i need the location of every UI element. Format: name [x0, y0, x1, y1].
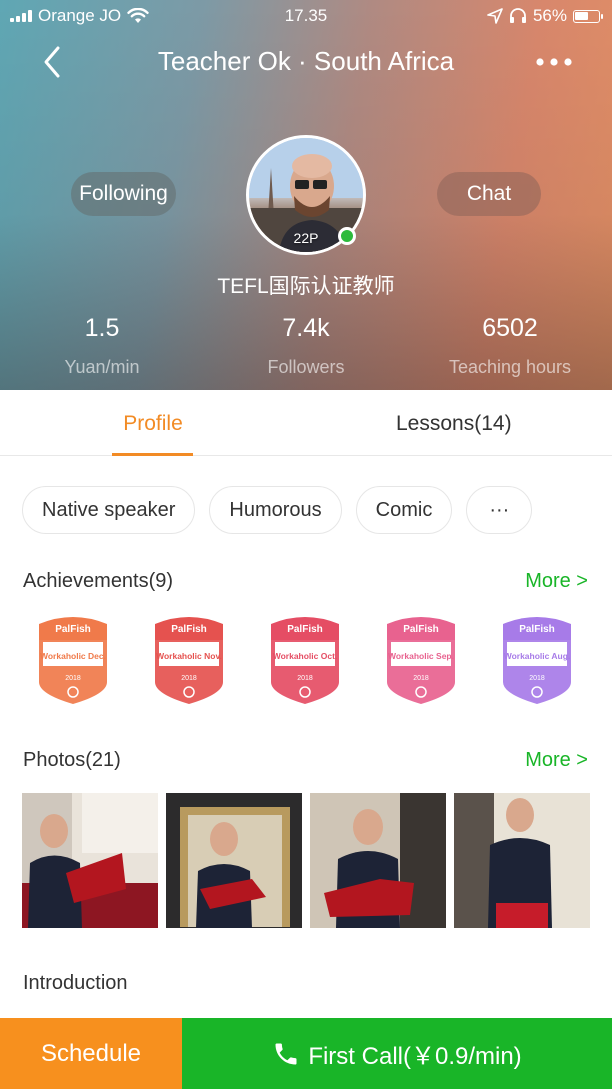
- introduction-title: Introduction: [23, 972, 128, 994]
- certification-label: TEFL国际认证教师: [217, 275, 395, 298]
- active-tab-indicator: [112, 453, 193, 456]
- badge-title: Workaholic Sep.: [388, 651, 454, 661]
- stat-value: 6502: [482, 314, 538, 342]
- stat-followers[interactable]: 7.4k Followers: [206, 314, 406, 378]
- badge-year: 2018: [413, 675, 429, 682]
- first-call-label: First Call(￥0.9/min): [308, 1043, 522, 1070]
- first-call-button[interactable]: First Call(￥0.9/min): [182, 1018, 612, 1089]
- badge-brand: PalFish: [287, 624, 323, 635]
- photos-more-link[interactable]: More >: [525, 749, 588, 772]
- teacher-profile-page: Orange JO 17.35 56% Teacher Ok · South A…: [0, 0, 612, 1089]
- profile-header: Orange JO 17.35 56% Teacher Ok · South A…: [0, 0, 612, 390]
- tag-chip[interactable]: Comic: [355, 486, 453, 534]
- schedule-button[interactable]: Schedule: [0, 1018, 182, 1089]
- status-right: 56%: [487, 6, 603, 26]
- stat-value: 7.4k: [282, 314, 330, 342]
- tab-lessons[interactable]: Lessons(14): [396, 412, 512, 436]
- badge-shield-icon: PalFish Workaholic Oct. 2018: [271, 617, 339, 704]
- tag-chip[interactable]: Humorous: [209, 486, 342, 534]
- badge-title: Workaholic Aug.: [504, 651, 571, 661]
- status-bar: Orange JO 17.35 56%: [0, 0, 612, 32]
- chevron-left-icon: [44, 46, 60, 78]
- online-status-indicator: [338, 227, 356, 245]
- badge-year: 2018: [65, 675, 81, 682]
- badge-title: Workaholic Oct.: [273, 651, 338, 661]
- achievement-badge[interactable]: PalFish Workaholic Nov. 2018: [151, 612, 227, 708]
- badge-year: 2018: [181, 675, 197, 682]
- phone-icon: [275, 1043, 297, 1064]
- badge-title: Workaholic Nov.: [156, 651, 222, 661]
- photo-gallery: [22, 793, 590, 928]
- photos-title: Photos(21): [23, 749, 121, 771]
- stat-label: Teaching hours: [448, 357, 572, 377]
- achievement-badge[interactable]: PalFish Workaholic Sep. 2018: [383, 612, 459, 708]
- achievements-more-link[interactable]: More >: [525, 570, 588, 593]
- stat-label: Yuan/min: [64, 357, 140, 377]
- badge-year: 2018: [297, 675, 313, 682]
- following-button[interactable]: Following: [71, 172, 176, 216]
- tag-list: Native speaker Humorous Comic ···: [22, 486, 533, 534]
- badge-brand: PalFish: [171, 624, 207, 635]
- bottom-action-bar: Schedule First Call(￥0.9/min): [0, 1018, 612, 1089]
- location-icon: [487, 8, 503, 24]
- stat-teaching-hours: 6502 Teaching hours: [410, 314, 610, 378]
- tag-chip[interactable]: Native speaker: [22, 486, 196, 534]
- headphones-icon: [509, 8, 526, 23]
- badge-brand: PalFish: [55, 624, 91, 635]
- more-dots-icon: [536, 58, 572, 66]
- more-tags-button[interactable]: ···: [466, 486, 533, 534]
- achievements-title: Achievements(9): [23, 570, 174, 592]
- photo-thumbnail[interactable]: [22, 793, 158, 928]
- photo-thumbnail[interactable]: [166, 793, 302, 928]
- badge-shield-icon: PalFish Workaholic Dec. 2018: [39, 617, 107, 704]
- photo-thumbnail[interactable]: [310, 793, 446, 928]
- back-button[interactable]: [36, 44, 68, 80]
- badge-shield-icon: PalFish Workaholic Sep. 2018: [387, 617, 455, 704]
- stat-value: 1.5: [84, 314, 120, 342]
- stat-label: Followers: [267, 357, 345, 377]
- photo-thumbnail[interactable]: [454, 793, 590, 928]
- more-options-button[interactable]: [534, 46, 574, 76]
- achievement-badge[interactable]: PalFish Workaholic Aug. 2018: [499, 612, 575, 708]
- stat-rate: 1.5 Yuan/min: [2, 314, 202, 378]
- badge-shield-icon: PalFish Workaholic Aug. 2018: [503, 617, 571, 704]
- badge-title: Workaholic Dec.: [40, 651, 106, 661]
- achievement-badges: PalFish Workaholic Dec. 2018 PalFish Wor…: [35, 612, 580, 710]
- badge-year: 2018: [529, 675, 545, 682]
- tab-profile[interactable]: Profile: [112, 412, 194, 436]
- badge-shield-icon: PalFish Workaholic Nov. 2018: [155, 617, 223, 704]
- tab-bar: Profile Lessons(14): [0, 390, 612, 456]
- battery-icon: [573, 9, 603, 23]
- battery-percentage: 56%: [532, 6, 567, 25]
- badge-brand: PalFish: [403, 624, 439, 635]
- page-title: Teacher Ok · South Africa: [157, 46, 455, 76]
- achievement-badge[interactable]: PalFish Workaholic Oct. 2018: [267, 612, 343, 708]
- chat-button[interactable]: Chat: [437, 172, 541, 216]
- badge-brand: PalFish: [519, 624, 555, 635]
- achievement-badge[interactable]: PalFish Workaholic Dec. 2018: [35, 612, 111, 708]
